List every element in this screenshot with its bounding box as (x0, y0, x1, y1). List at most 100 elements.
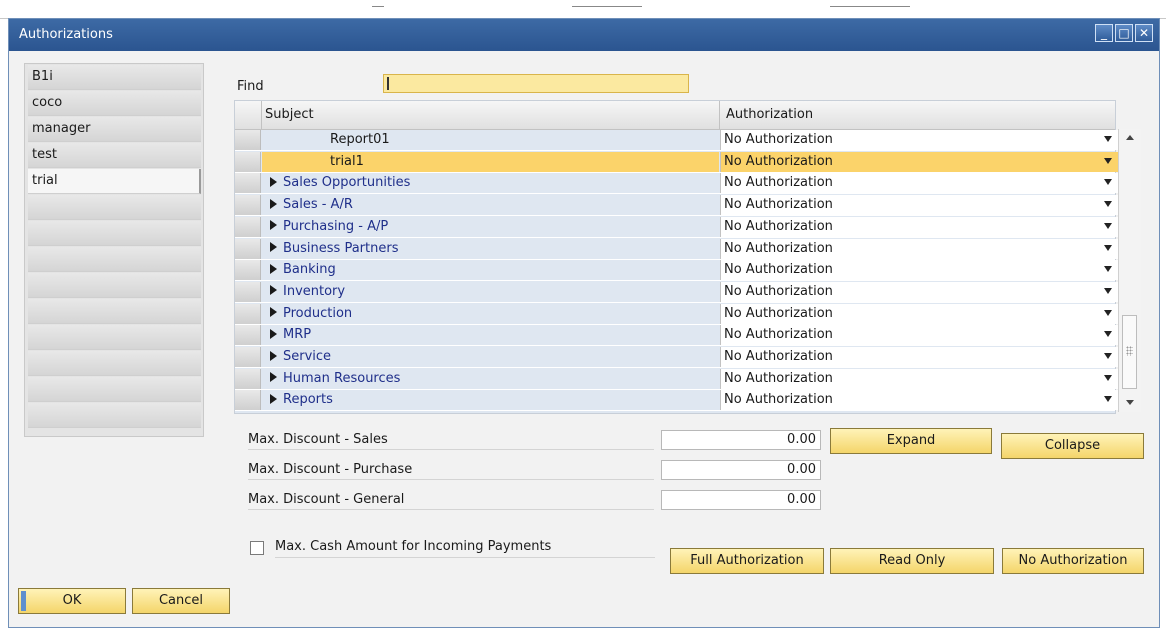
expand-arrow-icon[interactable] (270, 220, 277, 231)
expand-arrow-icon[interactable] (270, 372, 277, 383)
row-header[interactable] (235, 216, 261, 237)
user-list-item-selected[interactable]: trial (28, 169, 201, 194)
expand-arrow-icon[interactable] (270, 328, 277, 339)
scroll-down-icon[interactable] (1119, 394, 1141, 412)
grid-row[interactable]: Inventory No Authorization (235, 281, 1118, 303)
dropdown-arrow-icon[interactable] (1104, 157, 1112, 164)
row-subject[interactable]: MRP (262, 325, 719, 345)
find-input[interactable] (383, 74, 689, 93)
row-subject[interactable]: Sales - A/R (262, 195, 719, 215)
grid-row[interactable]: Sales - A/R No Authorization (235, 195, 1118, 217)
row-header[interactable] (235, 303, 261, 324)
user-list-item[interactable] (28, 299, 201, 324)
read-only-button[interactable]: Read Only (830, 548, 994, 574)
dropdown-arrow-icon[interactable] (1104, 396, 1112, 403)
row-header[interactable] (235, 368, 261, 389)
row-authorization-select[interactable]: No Authorization (720, 260, 1118, 281)
max-discount-general-field[interactable]: 0.00 (661, 490, 821, 510)
row-authorization-select[interactable]: No Authorization (720, 238, 1118, 259)
row-subject[interactable]: Business Partners (262, 239, 719, 259)
row-subject[interactable]: Production (262, 304, 719, 324)
row-authorization-select[interactable]: No Authorization (720, 325, 1118, 346)
dropdown-arrow-icon[interactable] (1104, 179, 1112, 186)
row-authorization-select[interactable]: No Authorization (720, 281, 1118, 302)
expand-arrow-icon[interactable] (270, 242, 277, 252)
user-list-item[interactable]: coco (28, 91, 201, 116)
dropdown-arrow-icon[interactable] (1104, 222, 1112, 229)
row-authorization-select[interactable]: No Authorization (720, 151, 1118, 172)
collapse-button[interactable]: Collapse (1001, 433, 1144, 459)
row-header[interactable] (235, 238, 261, 259)
row-header[interactable] (235, 325, 261, 346)
dropdown-arrow-icon[interactable] (1104, 374, 1112, 381)
full-authorization-button[interactable]: Full Authorization (670, 548, 824, 574)
user-list-item[interactable] (28, 403, 201, 428)
max-discount-purchase-field[interactable]: 0.00 (661, 460, 821, 480)
expand-arrow-icon[interactable] (270, 263, 277, 274)
row-header[interactable] (235, 390, 261, 411)
grid-row[interactable]: Business Partners No Authorization (235, 238, 1118, 260)
row-header[interactable] (235, 195, 261, 216)
column-header-subject[interactable]: Subject (265, 107, 314, 122)
grid-row[interactable]: Sales Opportunities No Authorization (235, 173, 1118, 195)
expand-arrow-icon[interactable] (270, 307, 277, 318)
grid-row[interactable]: Human Resources No Authorization (235, 368, 1118, 390)
dropdown-arrow-icon[interactable] (1104, 287, 1112, 294)
row-subject[interactable]: Purchasing - A/P (262, 217, 719, 237)
user-list-item[interactable]: test (28, 143, 201, 168)
max-discount-sales-field[interactable]: 0.00 (661, 430, 821, 450)
expand-arrow-icon[interactable] (270, 285, 277, 296)
row-header[interactable] (235, 281, 261, 302)
row-authorization-select[interactable]: No Authorization (720, 216, 1118, 237)
row-header[interactable] (235, 173, 261, 194)
grid-row[interactable]: Purchasing - A/P No Authorization (235, 216, 1118, 238)
dropdown-arrow-icon[interactable] (1104, 353, 1112, 359)
grid-row[interactable]: Service No Authorization (235, 347, 1118, 368)
max-cash-checkbox[interactable] (250, 541, 264, 555)
dropdown-arrow-icon[interactable] (1104, 266, 1112, 273)
grid-scrollbar[interactable] (1118, 129, 1141, 412)
row-authorization-select[interactable]: No Authorization (720, 390, 1118, 411)
user-list-item[interactable]: manager (28, 117, 201, 142)
grid-row[interactable]: Banking No Authorization (235, 260, 1118, 282)
ok-button[interactable]: OK (18, 588, 126, 614)
title-bar[interactable]: Authorizations _ □ ✕ (9, 19, 1159, 51)
row-header[interactable] (235, 260, 261, 281)
dropdown-arrow-icon[interactable] (1104, 201, 1112, 208)
user-list-item[interactable]: B1i (28, 65, 201, 90)
user-list-item[interactable] (28, 247, 201, 272)
row-header[interactable] (235, 151, 261, 172)
cancel-button[interactable]: Cancel (132, 588, 230, 614)
expand-arrow-icon[interactable] (270, 393, 277, 404)
row-subject[interactable]: Inventory (262, 282, 719, 302)
row-subject[interactable]: Service (262, 347, 719, 367)
maximize-icon[interactable]: □ (1115, 24, 1133, 42)
row-subject[interactable]: Sales Opportunities (262, 173, 719, 193)
grid-row[interactable]: trial1 No Authorization (235, 151, 1118, 173)
grid-row[interactable]: MRP No Authorization (235, 325, 1118, 347)
expand-arrow-icon[interactable] (270, 198, 277, 209)
user-list-item[interactable] (28, 221, 201, 246)
row-subject[interactable]: Reports (262, 390, 719, 410)
scroll-up-icon[interactable] (1119, 129, 1141, 147)
dropdown-arrow-icon[interactable] (1104, 136, 1112, 142)
row-subject[interactable]: Banking (262, 260, 719, 280)
row-subject[interactable]: Human Resources (262, 369, 719, 389)
column-header-authorization[interactable]: Authorization (726, 107, 813, 122)
row-subject[interactable]: trial1 (262, 151, 719, 172)
row-header[interactable] (235, 130, 261, 150)
user-list-item[interactable] (28, 325, 201, 350)
grid-row[interactable]: Production No Authorization (235, 303, 1118, 325)
close-icon[interactable]: ✕ (1135, 24, 1153, 42)
row-header[interactable] (235, 347, 261, 367)
expand-arrow-icon[interactable] (270, 350, 277, 361)
user-list-item[interactable] (28, 351, 201, 376)
dropdown-arrow-icon[interactable] (1104, 244, 1112, 251)
minimize-icon[interactable]: _ (1095, 24, 1113, 42)
scroll-thumb[interactable] (1122, 315, 1137, 389)
dropdown-arrow-icon[interactable] (1104, 331, 1112, 338)
row-authorization-select[interactable]: No Authorization (720, 173, 1118, 194)
no-authorization-button[interactable]: No Authorization (1002, 548, 1144, 574)
row-authorization-select[interactable]: No Authorization (720, 347, 1118, 367)
grid-row[interactable]: Report01 No Authorization (235, 130, 1118, 151)
